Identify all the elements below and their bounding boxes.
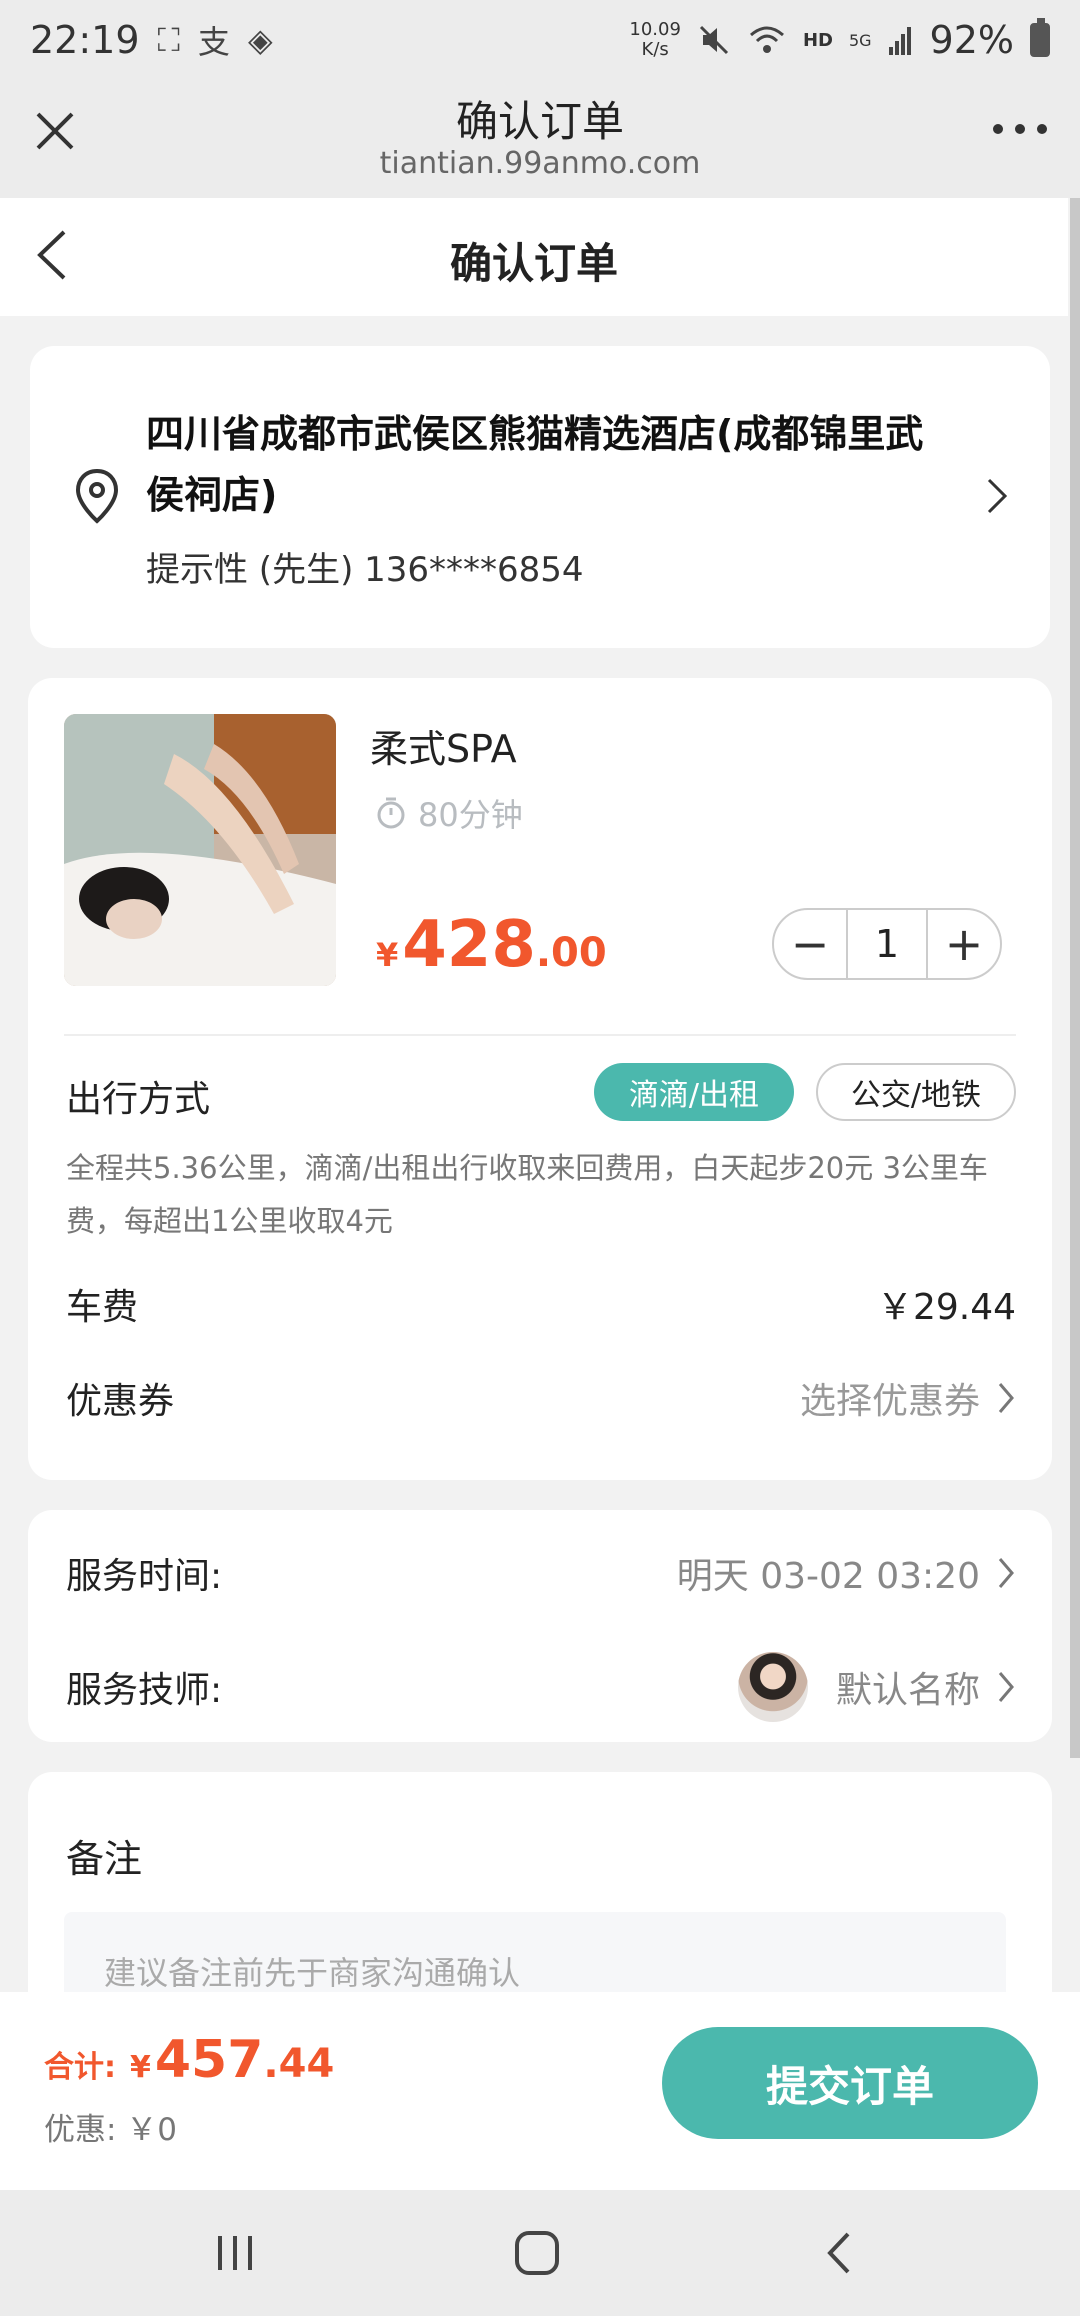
product-card: 柔式SPA 80分钟 ¥ 428 .00 − 1 + 出行方式 滴滴/出租 公交… [28, 678, 1052, 1480]
location-pin-icon [75, 468, 119, 524]
service-card: 服务时间: 明天 03-02 03:20 服务技师: 默认名称 [28, 1510, 1052, 1742]
product-price: ¥ 428 .00 [376, 908, 607, 982]
total-symbol: ¥ [130, 2050, 151, 2085]
travel-mode-label: 出行方式 [66, 1079, 211, 1120]
fare-label: 车费 [66, 1287, 139, 1328]
product-name: 柔式SPA [370, 727, 517, 771]
total-integer: 457 [154, 2030, 264, 2090]
coupon-label: 优惠券 [66, 1381, 175, 1422]
travel-option-transit[interactable]: 公交/地铁 [816, 1063, 1016, 1121]
price-integer: 428 [402, 908, 536, 982]
signal-icon [888, 27, 911, 55]
travel-option-taxi[interactable]: 滴滴/出租 [594, 1063, 794, 1121]
net-speed: 10.09 K/s [629, 20, 681, 60]
mute-icon [699, 25, 728, 55]
service-time-label: 服务时间: [66, 1556, 223, 1597]
chevron-right-icon [998, 1672, 1014, 1702]
signal-label: 5G [848, 30, 872, 50]
coupon-value: 选择优惠券 [799, 1381, 980, 1422]
browser-url: tiantian.99anmo.com [379, 146, 701, 181]
battery-level: 92% [929, 18, 1014, 62]
product-duration: 80分钟 [376, 790, 523, 836]
technician-label: 服务技师: [66, 1670, 223, 1711]
screenshot-icon: ⛶ [157, 20, 180, 59]
net-speed-value: 10.09 [629, 19, 681, 40]
total-label: 合计: [44, 2050, 116, 2085]
browser-bar: 确认订单 tiantian.99anmo.com [0, 80, 1080, 198]
quantity-value[interactable]: 1 [846, 910, 928, 978]
hd-label: HD [802, 29, 833, 51]
address-card[interactable]: 四川省成都市武侯区熊猫精选酒店(成都锦里武侯祠店) 提示性 (先生) 136**… [30, 346, 1050, 648]
back-nav-icon[interactable] [816, 2230, 866, 2276]
alipay-icon: 支 [197, 23, 230, 61]
contact-info: 提示性 (先生) 136****6854 [146, 550, 584, 590]
more-icon[interactable] [990, 114, 1050, 144]
timer-icon [377, 797, 405, 829]
chevron-right-icon [998, 1558, 1014, 1588]
shield-icon: ◈ [247, 21, 273, 59]
price-symbol: ¥ [376, 936, 399, 974]
status-time: 22:19 [30, 18, 140, 62]
duration-text: 80分钟 [418, 796, 523, 834]
technician-row[interactable]: 服务技师: 默认名称 [66, 1648, 1016, 1726]
page-title: 确认订单 [449, 239, 618, 288]
discount-text: 优惠: ￥0 [44, 2112, 178, 2148]
divider [64, 1034, 1016, 1036]
product-image [64, 714, 336, 986]
travel-description: 全程共5.36公里，滴滴/出租出行收取来回费用，白天起步20元 3公里车费，每超… [66, 1151, 988, 1238]
net-speed-unit: K/s [641, 39, 669, 60]
remark-placeholder: 建议备注前先于商家沟通确认 [104, 1954, 521, 1992]
page-header: 确认订单 [0, 198, 1068, 316]
checkout-bar: 合计: ¥ 457 .44 优惠: ￥0 提交订单 [0, 1992, 1080, 2190]
wifi-icon [749, 26, 784, 53]
decrease-button[interactable]: − [774, 910, 846, 978]
technician-name: 默认名称 [835, 1670, 980, 1711]
recent-apps-icon[interactable] [210, 2230, 260, 2276]
remark-title: 备注 [66, 1837, 143, 1881]
total-price: 合计: ¥ 457 .44 [44, 2030, 334, 2090]
quantity-stepper: − 1 + [772, 908, 1002, 980]
fare-value: ￥29.44 [876, 1287, 1016, 1328]
battery-icon [1030, 18, 1050, 57]
technician-avatar [737, 1652, 808, 1722]
increase-button[interactable]: + [928, 910, 1000, 978]
service-time-row[interactable]: 服务时间: 明天 03-02 03:20 [66, 1538, 1016, 1608]
service-time-value: 明天 03-02 03:20 [676, 1556, 980, 1597]
browser-title: 确认订单 [455, 97, 624, 146]
chevron-right-icon [998, 1383, 1014, 1413]
system-nav-bar [0, 2190, 1080, 2316]
address-text: 四川省成都市武侯区熊猫精选酒店(成都锦里武侯祠店) [146, 412, 924, 517]
fare-row: 车费 ￥29.44 [66, 1278, 1016, 1330]
price-decimal: .00 [535, 930, 607, 976]
home-icon[interactable] [512, 2230, 562, 2276]
coupon-row[interactable]: 优惠券 选择优惠券 [66, 1372, 1016, 1424]
submit-order-button[interactable]: 提交订单 [662, 2027, 1038, 2139]
scrollbar[interactable] [1070, 198, 1080, 1758]
status-bar: 22:19 ⛶ 支 ◈ 10.09 K/s HD 5G 92% [0, 0, 1080, 80]
total-decimal: .44 [263, 2041, 335, 2087]
chevron-right-icon [987, 478, 1008, 514]
